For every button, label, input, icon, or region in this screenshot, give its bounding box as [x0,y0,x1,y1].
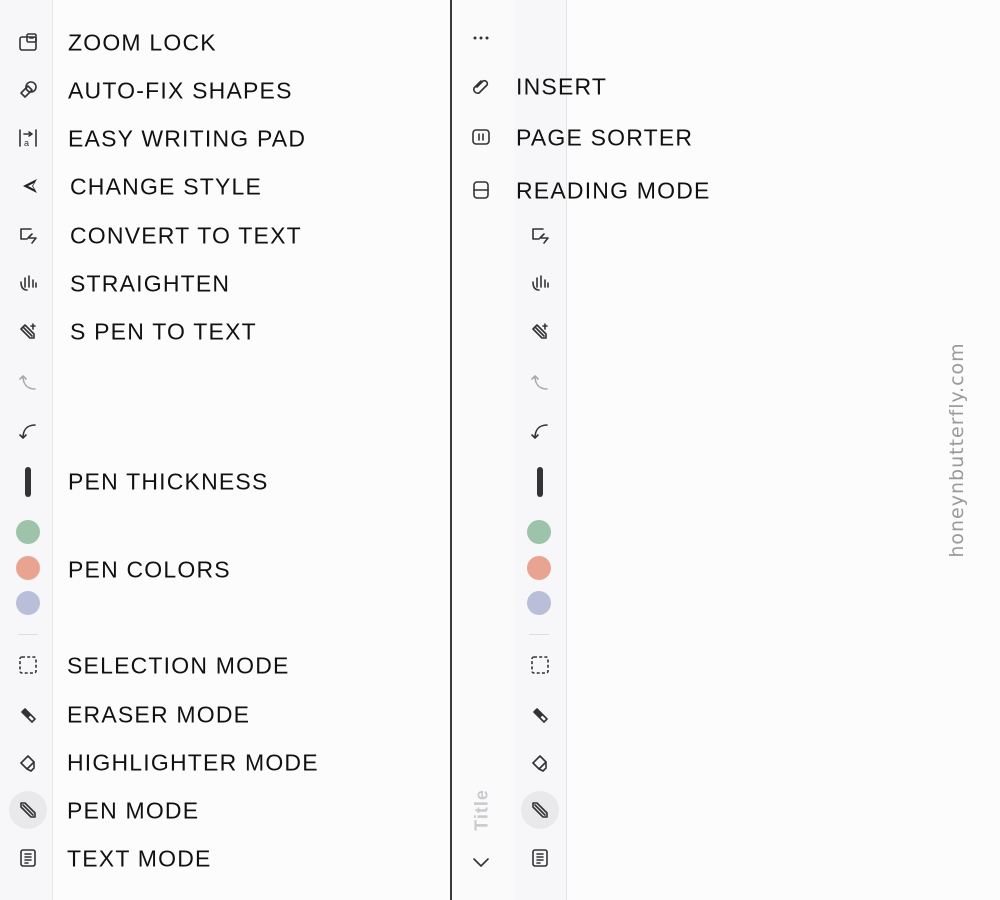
title-vertical: Title [471,789,492,831]
reading-mode-icon[interactable] [470,179,492,201]
label-text-mode: TEXT MODE [67,845,212,872]
toolbar-separator [529,634,549,635]
easy-writing-pad-icon[interactable]: a [17,127,39,149]
text-mode-icon[interactable] [17,847,39,869]
pen-icon[interactable] [17,799,39,821]
label-pen-thickness: PEN THICKNESS [68,468,269,495]
highlighter-icon[interactable] [17,751,39,773]
undo-icon[interactable] [17,421,39,443]
label-page-sorter: PAGE SORTER [516,124,694,151]
pen-color-orange[interactable] [16,556,40,580]
label-highlighter-mode: HIGHLIGHTER MODE [67,749,319,776]
text-mode-icon[interactable] [529,847,551,869]
pen-color-lavender[interactable] [16,591,40,615]
label-straighten: STRAIGHTEN [70,270,231,297]
straighten-icon[interactable] [529,273,551,295]
label-reading-mode: READING MODE [516,177,711,204]
pen-color-lavender[interactable] [527,591,551,615]
svg-text:a: a [24,138,29,148]
label-selection-mode: SELECTION MODE [67,652,290,679]
convert-to-text-icon[interactable] [17,225,39,247]
pen-icon[interactable] [529,799,551,821]
pen-color-green[interactable] [16,520,40,544]
redo-icon[interactable] [17,371,39,393]
toolbar-separator [18,634,38,635]
eraser-icon[interactable] [17,703,39,725]
watermark: honeynbutterfly.com [946,342,968,558]
selection-icon[interactable] [17,654,39,676]
redo-icon[interactable] [529,371,551,393]
straighten-icon[interactable] [17,273,39,295]
zoom-lock-icon[interactable] [17,31,39,53]
label-insert: INSERT [516,73,608,100]
s-pen-to-text-icon[interactable] [529,321,551,343]
highlighter-icon[interactable] [529,751,551,773]
pen-color-green[interactable] [527,520,551,544]
label-convert-to-text: CONVERT TO TEXT [70,222,302,249]
label-change-style: CHANGE STYLE [70,173,263,200]
label-eraser-mode: ERASER MODE [67,701,251,728]
pen-color-orange[interactable] [527,556,551,580]
undo-icon[interactable] [529,421,551,443]
chevron-down-icon[interactable] [470,851,492,873]
more-icon[interactable] [470,27,492,49]
pen-thickness-icon[interactable] [25,467,31,497]
label-easy-writing-pad: EASY WRITING PAD [68,125,307,152]
page-sorter-icon[interactable] [470,126,492,148]
label-pen-colors: PEN COLORS [68,556,231,583]
pen-thickness-icon[interactable] [537,467,543,497]
eraser-icon[interactable] [529,703,551,725]
convert-to-text-icon[interactable] [529,225,551,247]
change-style-icon[interactable] [19,175,41,197]
insert-icon[interactable] [470,75,492,97]
label-s-pen-to-text: S PEN TO TEXT [70,318,257,345]
label-auto-fix-shapes: AUTO-FIX SHAPES [68,77,293,104]
label-zoom-lock: ZOOM LOCK [68,29,217,56]
s-pen-to-text-icon[interactable] [17,321,39,343]
auto-fix-shapes-icon[interactable] [17,79,39,101]
divider [450,0,452,900]
label-pen-mode: PEN MODE [67,797,200,824]
selection-icon[interactable] [529,654,551,676]
